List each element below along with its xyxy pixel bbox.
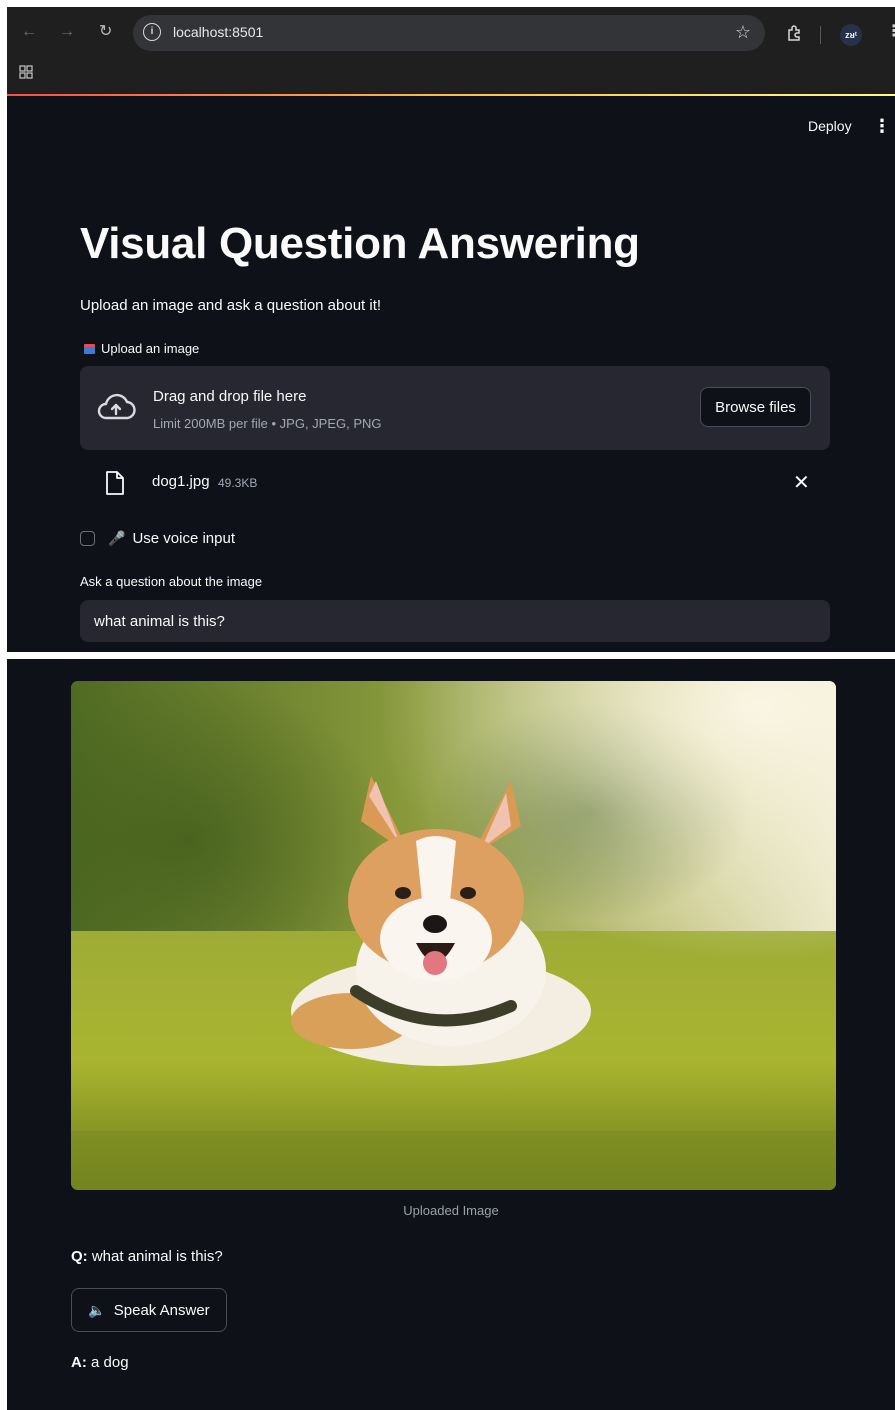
back-arrow-icon[interactable]: ← [21, 22, 37, 42]
url-text[interactable]: localhost:8501 [173, 24, 263, 40]
grid-icon[interactable] [19, 65, 33, 84]
question-label: Ask a question about the image [80, 574, 263, 589]
answer-value: a dog [91, 1354, 129, 1371]
browse-files-button[interactable]: Browse files [700, 387, 811, 427]
file-size: 49.3KB [218, 476, 258, 490]
file-dropzone[interactable]: Drag and drop file here Limit 200MB per … [80, 366, 830, 450]
file-name: dog1.jpg [152, 473, 210, 490]
streamlit-decoration-bar [7, 94, 895, 96]
main-menu-icon[interactable]: ⋮ [873, 117, 891, 135]
uploaded-file-row: dog1.jpg 49.3KB ✕ [80, 469, 830, 499]
page-title: Visual Question Answering [80, 219, 640, 268]
profile-avatar[interactable]: ᴢᴚᵗ [840, 24, 862, 46]
forward-arrow-icon[interactable]: → [59, 22, 75, 42]
answer-text: A: a dog [71, 1354, 129, 1371]
microphone-icon: 🎤 [108, 530, 126, 546]
cloud-upload-icon [96, 392, 136, 427]
file-icon [105, 471, 125, 500]
dropzone-title: Drag and drop file here [153, 388, 307, 405]
voice-input-checkbox-row[interactable]: 🎤 Use voice input [80, 530, 235, 547]
uploader-label-text: Upload an image [101, 341, 200, 356]
uploader-label: Upload an image [84, 341, 199, 356]
toolbar-divider [820, 26, 821, 44]
reload-icon[interactable]: ↻ [99, 22, 112, 42]
answer-prefix: A: [71, 1354, 87, 1371]
page-subtitle: Upload an image and ask a question about… [80, 297, 382, 314]
result-screenshot: Uploaded Image Q: what animal is this? 🔈… [7, 659, 895, 1410]
speak-answer-button[interactable]: 🔈 Speak Answer [71, 1288, 227, 1332]
image-caption: Uploaded Image [403, 1203, 499, 1218]
deploy-button[interactable]: Deploy [808, 118, 852, 134]
uploaded-dog-photo [71, 681, 836, 1190]
dropzone-limits: Limit 200MB per file • JPG, JPEG, PNG [153, 416, 382, 431]
speak-answer-label[interactable]: Speak Answer [114, 1302, 210, 1319]
voice-checkbox-label[interactable]: Use voice input [132, 530, 235, 547]
address-bar[interactable]: i localhost:8501 ☆ [133, 15, 765, 51]
question-echo-text: what animal is this? [91, 1248, 223, 1265]
top-screenshot: ← → ↻ i localhost:8501 ☆ ᴢᴚᵗ ⋮ Deploy ⋮ … [7, 7, 895, 652]
inbox-tray-icon [84, 343, 95, 354]
star-icon[interactable]: ☆ [735, 22, 751, 43]
puzzle-icon[interactable] [786, 24, 804, 47]
question-prefix: Q: [71, 1248, 88, 1265]
close-icon[interactable]: ✕ [793, 471, 810, 495]
info-icon[interactable]: i [143, 23, 161, 41]
question-echo: Q: what animal is this? [71, 1248, 223, 1265]
voice-checkbox[interactable] [80, 531, 95, 546]
speaker-icon: 🔈 [88, 1301, 106, 1318]
browser-chrome: ← → ↻ i localhost:8501 ☆ ᴢᴚᵗ ⋮ [7, 7, 895, 95]
browser-menu-icon[interactable]: ⋮ [886, 22, 895, 42]
question-input[interactable] [80, 600, 830, 642]
